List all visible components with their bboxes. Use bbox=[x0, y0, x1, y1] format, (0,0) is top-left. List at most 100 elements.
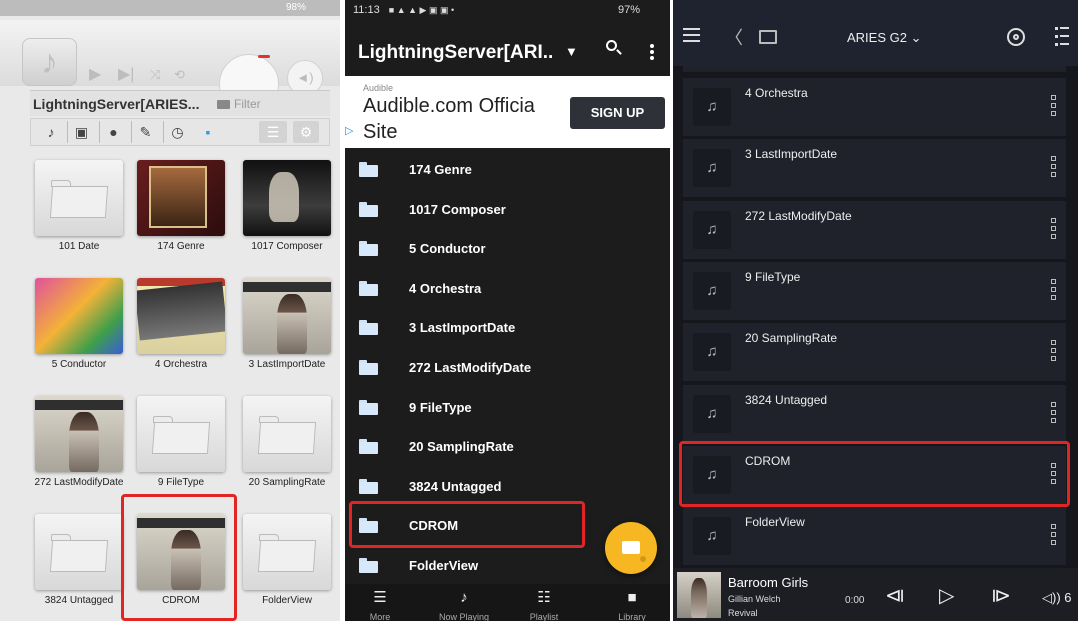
list-item-label: FolderView bbox=[409, 558, 479, 573]
grid-tile-4-orchestra[interactable]: 4 Orchestra bbox=[137, 278, 225, 378]
grid-tile-174-genre[interactable]: 174 Genre bbox=[137, 160, 225, 260]
music-note-icon: ♫ bbox=[693, 333, 731, 372]
tab-recent-icon[interactable]: ◷ bbox=[163, 121, 191, 143]
list-item-20-samplingrate[interactable]: ♫ 20 SamplingRate bbox=[683, 323, 1066, 382]
list-item-272-lastmodifydate[interactable]: ♫ 272 LastModifyDate bbox=[683, 200, 1066, 259]
previous-icon[interactable]: ⧏ bbox=[885, 585, 905, 607]
server-title[interactable]: LightningServer[ARIES... bbox=[33, 96, 199, 112]
play-icon[interactable]: ▷ bbox=[939, 585, 954, 607]
list-item-label: 20 SamplingRate bbox=[409, 439, 514, 455]
ad-banner[interactable]: Audible Audible.com Officia ▷ Site SIGN … bbox=[345, 76, 670, 148]
music-note-icon[interactable]: ♪ bbox=[22, 38, 77, 86]
folder-fab-button[interactable] bbox=[605, 522, 657, 574]
overflow-menu-icon[interactable] bbox=[650, 44, 654, 60]
dropdown-arrow-icon[interactable]: ▼ bbox=[565, 44, 578, 59]
next-icon[interactable]: ⧐ bbox=[991, 585, 1011, 607]
grid-tile-3824-untagged[interactable]: 3824 Untagged bbox=[35, 514, 123, 614]
volume-control[interactable]: ◁)) 6 bbox=[1042, 590, 1072, 606]
grid-tile-272-lastmodifydate[interactable]: 272 LastModifyDate bbox=[35, 396, 123, 496]
options-icon[interactable] bbox=[1051, 401, 1056, 426]
next-track-icon[interactable]: ▶| bbox=[118, 64, 134, 84]
list-item-label: 3824 Untagged bbox=[745, 392, 828, 407]
options-icon[interactable] bbox=[1051, 340, 1056, 364]
notification-icons: ■ ▲ ▲ ▶ ▣ ▣ • bbox=[388, 5, 455, 15]
grid-tile-folderview[interactable]: FolderView bbox=[243, 514, 331, 614]
options-icon[interactable] bbox=[1051, 524, 1056, 548]
ad-signup-button[interactable]: SIGN UP bbox=[570, 97, 665, 129]
list-item-label: FolderView bbox=[745, 515, 805, 530]
grid-tile-5-conductor[interactable]: 5 Conductor bbox=[35, 278, 123, 378]
list-item-272-lastmodifydate[interactable]: 272 LastModifyDate bbox=[345, 348, 670, 387]
list-item-label: 272 LastModifyDate bbox=[409, 360, 532, 375]
list-item-label: 272 LastModifyDate bbox=[745, 208, 852, 223]
folder-icon bbox=[359, 241, 378, 257]
filter-button[interactable]: Filter bbox=[217, 97, 261, 111]
album-art bbox=[243, 278, 331, 354]
tab-folders-icon[interactable]: ▪ bbox=[194, 121, 222, 143]
mini-player[interactable]: Barroom Girls Gillian Welch Revival 0:00… bbox=[673, 568, 1078, 621]
list-item-3-lastimportdate[interactable]: 3 LastImportDate bbox=[345, 308, 670, 347]
options-icon[interactable] bbox=[1051, 217, 1056, 242]
list-options-icon[interactable] bbox=[1055, 26, 1069, 46]
folder-icon[interactable] bbox=[759, 30, 777, 44]
search-icon[interactable] bbox=[1007, 28, 1025, 46]
nav-now-playing[interactable]: ♪ Now Playing bbox=[429, 590, 499, 621]
menu-icon: ☰ bbox=[373, 589, 387, 606]
list-item-9-filetype[interactable]: 9 FileType bbox=[345, 388, 670, 427]
tab-genres-icon[interactable]: ✎ bbox=[131, 121, 159, 143]
grid-tile-9-filetype[interactable]: 9 FileType bbox=[137, 396, 225, 496]
list-item-9-filetype[interactable]: ♫ 9 FileType bbox=[683, 261, 1066, 320]
options-icon[interactable] bbox=[1051, 278, 1056, 303]
panel-aries-list: 〈 ARIES G2 ⌄ ♫ 4 Orchestra ♫ 3 LastImportDa… bbox=[673, 0, 1078, 621]
server-title[interactable]: LightningServer[ARI.. bbox=[358, 42, 553, 64]
grid-tile-3-lastimportdate[interactable]: 3 LastImportDate bbox=[243, 278, 331, 378]
settings-icon[interactable]: ⚙ bbox=[293, 121, 319, 143]
chevron-down-icon: ⌄ bbox=[910, 30, 922, 45]
category-tabs: ♪ ▣ ● ✎ ◷ ▪ ☰ ⚙ bbox=[30, 118, 330, 146]
highlight-box-cdrom bbox=[679, 441, 1070, 507]
ad-choices-icon[interactable]: ▷ bbox=[345, 124, 353, 137]
list-item-folderview[interactable]: ♫ FolderView bbox=[683, 507, 1066, 566]
status-bar: 11:13 ■ ▲ ▲ ▶ ▣ ▣ • 97% bbox=[345, 0, 670, 24]
list-item-3824-untagged[interactable]: ♫ 3824 Untagged bbox=[683, 384, 1066, 443]
panel-lightning-grid: 98% ♪ ▶ ▶| ⤨ ⟲ ◄) LightningServer[ARIES.… bbox=[0, 0, 340, 621]
list-item-label: 9 FileType bbox=[409, 399, 472, 415]
ad-headline: Audible.com Officia bbox=[363, 95, 535, 117]
search-icon[interactable] bbox=[604, 38, 626, 60]
nav-library[interactable]: ■ Library bbox=[597, 590, 667, 621]
list-item-4-orchestra[interactable]: ♫ 4 Orchestra bbox=[683, 78, 1066, 136]
list-item-174-genre[interactable]: 174 Genre bbox=[345, 150, 670, 189]
list-item-20-samplingrate[interactable]: 20 SamplingRate bbox=[345, 427, 670, 466]
top-bar: 〈 ARIES G2 ⌄ bbox=[673, 0, 1078, 66]
list-item-1017-composer[interactable]: 1017 Composer bbox=[345, 190, 670, 229]
tab-songs-icon[interactable]: ♪ bbox=[37, 121, 65, 143]
list-item-label: 3824 Untagged bbox=[409, 478, 502, 494]
nav-playlist[interactable]: ☷ Playlist bbox=[509, 590, 579, 621]
list-item-5-conductor[interactable]: 5 Conductor bbox=[345, 229, 670, 268]
list-view-icon[interactable]: ☰ bbox=[259, 121, 287, 143]
grid-tile-101-date[interactable]: 101 Date bbox=[35, 160, 123, 260]
list-item-3824-untagged[interactable]: 3824 Untagged bbox=[345, 467, 670, 506]
tile-label: 4 Orchestra bbox=[154, 359, 208, 370]
play-icon[interactable]: ▶ bbox=[89, 64, 101, 84]
grid-tile-1017-composer[interactable]: 1017 Composer bbox=[243, 160, 331, 260]
device-selector[interactable]: ARIES G2 ⌄ bbox=[847, 30, 922, 46]
repeat-icon[interactable]: ⟲ bbox=[174, 67, 185, 83]
folder-icon bbox=[359, 162, 378, 177]
options-icon[interactable] bbox=[1051, 95, 1056, 119]
list-item-3-lastimportdate[interactable]: ♫ 3 LastImportDate bbox=[683, 139, 1066, 198]
tile-label: 101 Date bbox=[58, 241, 100, 252]
list-item-4-orchestra[interactable]: 4 Orchestra bbox=[345, 269, 670, 308]
hamburger-icon[interactable] bbox=[683, 28, 700, 42]
shuffle-icon[interactable]: ⤨ bbox=[150, 67, 160, 83]
music-note-icon: ♫ bbox=[693, 517, 731, 556]
tab-albums-icon[interactable]: ▣ bbox=[67, 121, 95, 143]
grid-tile-20-samplingrate[interactable]: 20 SamplingRate bbox=[243, 396, 331, 496]
folder-icon bbox=[359, 439, 378, 455]
nav-more[interactable]: ☰ More bbox=[345, 590, 415, 621]
options-icon[interactable] bbox=[1051, 156, 1056, 180]
filter-label: Filter bbox=[234, 97, 261, 111]
back-icon[interactable]: 〈 bbox=[725, 24, 743, 50]
album-art[interactable] bbox=[677, 572, 721, 618]
tab-artists-icon[interactable]: ● bbox=[99, 121, 127, 143]
